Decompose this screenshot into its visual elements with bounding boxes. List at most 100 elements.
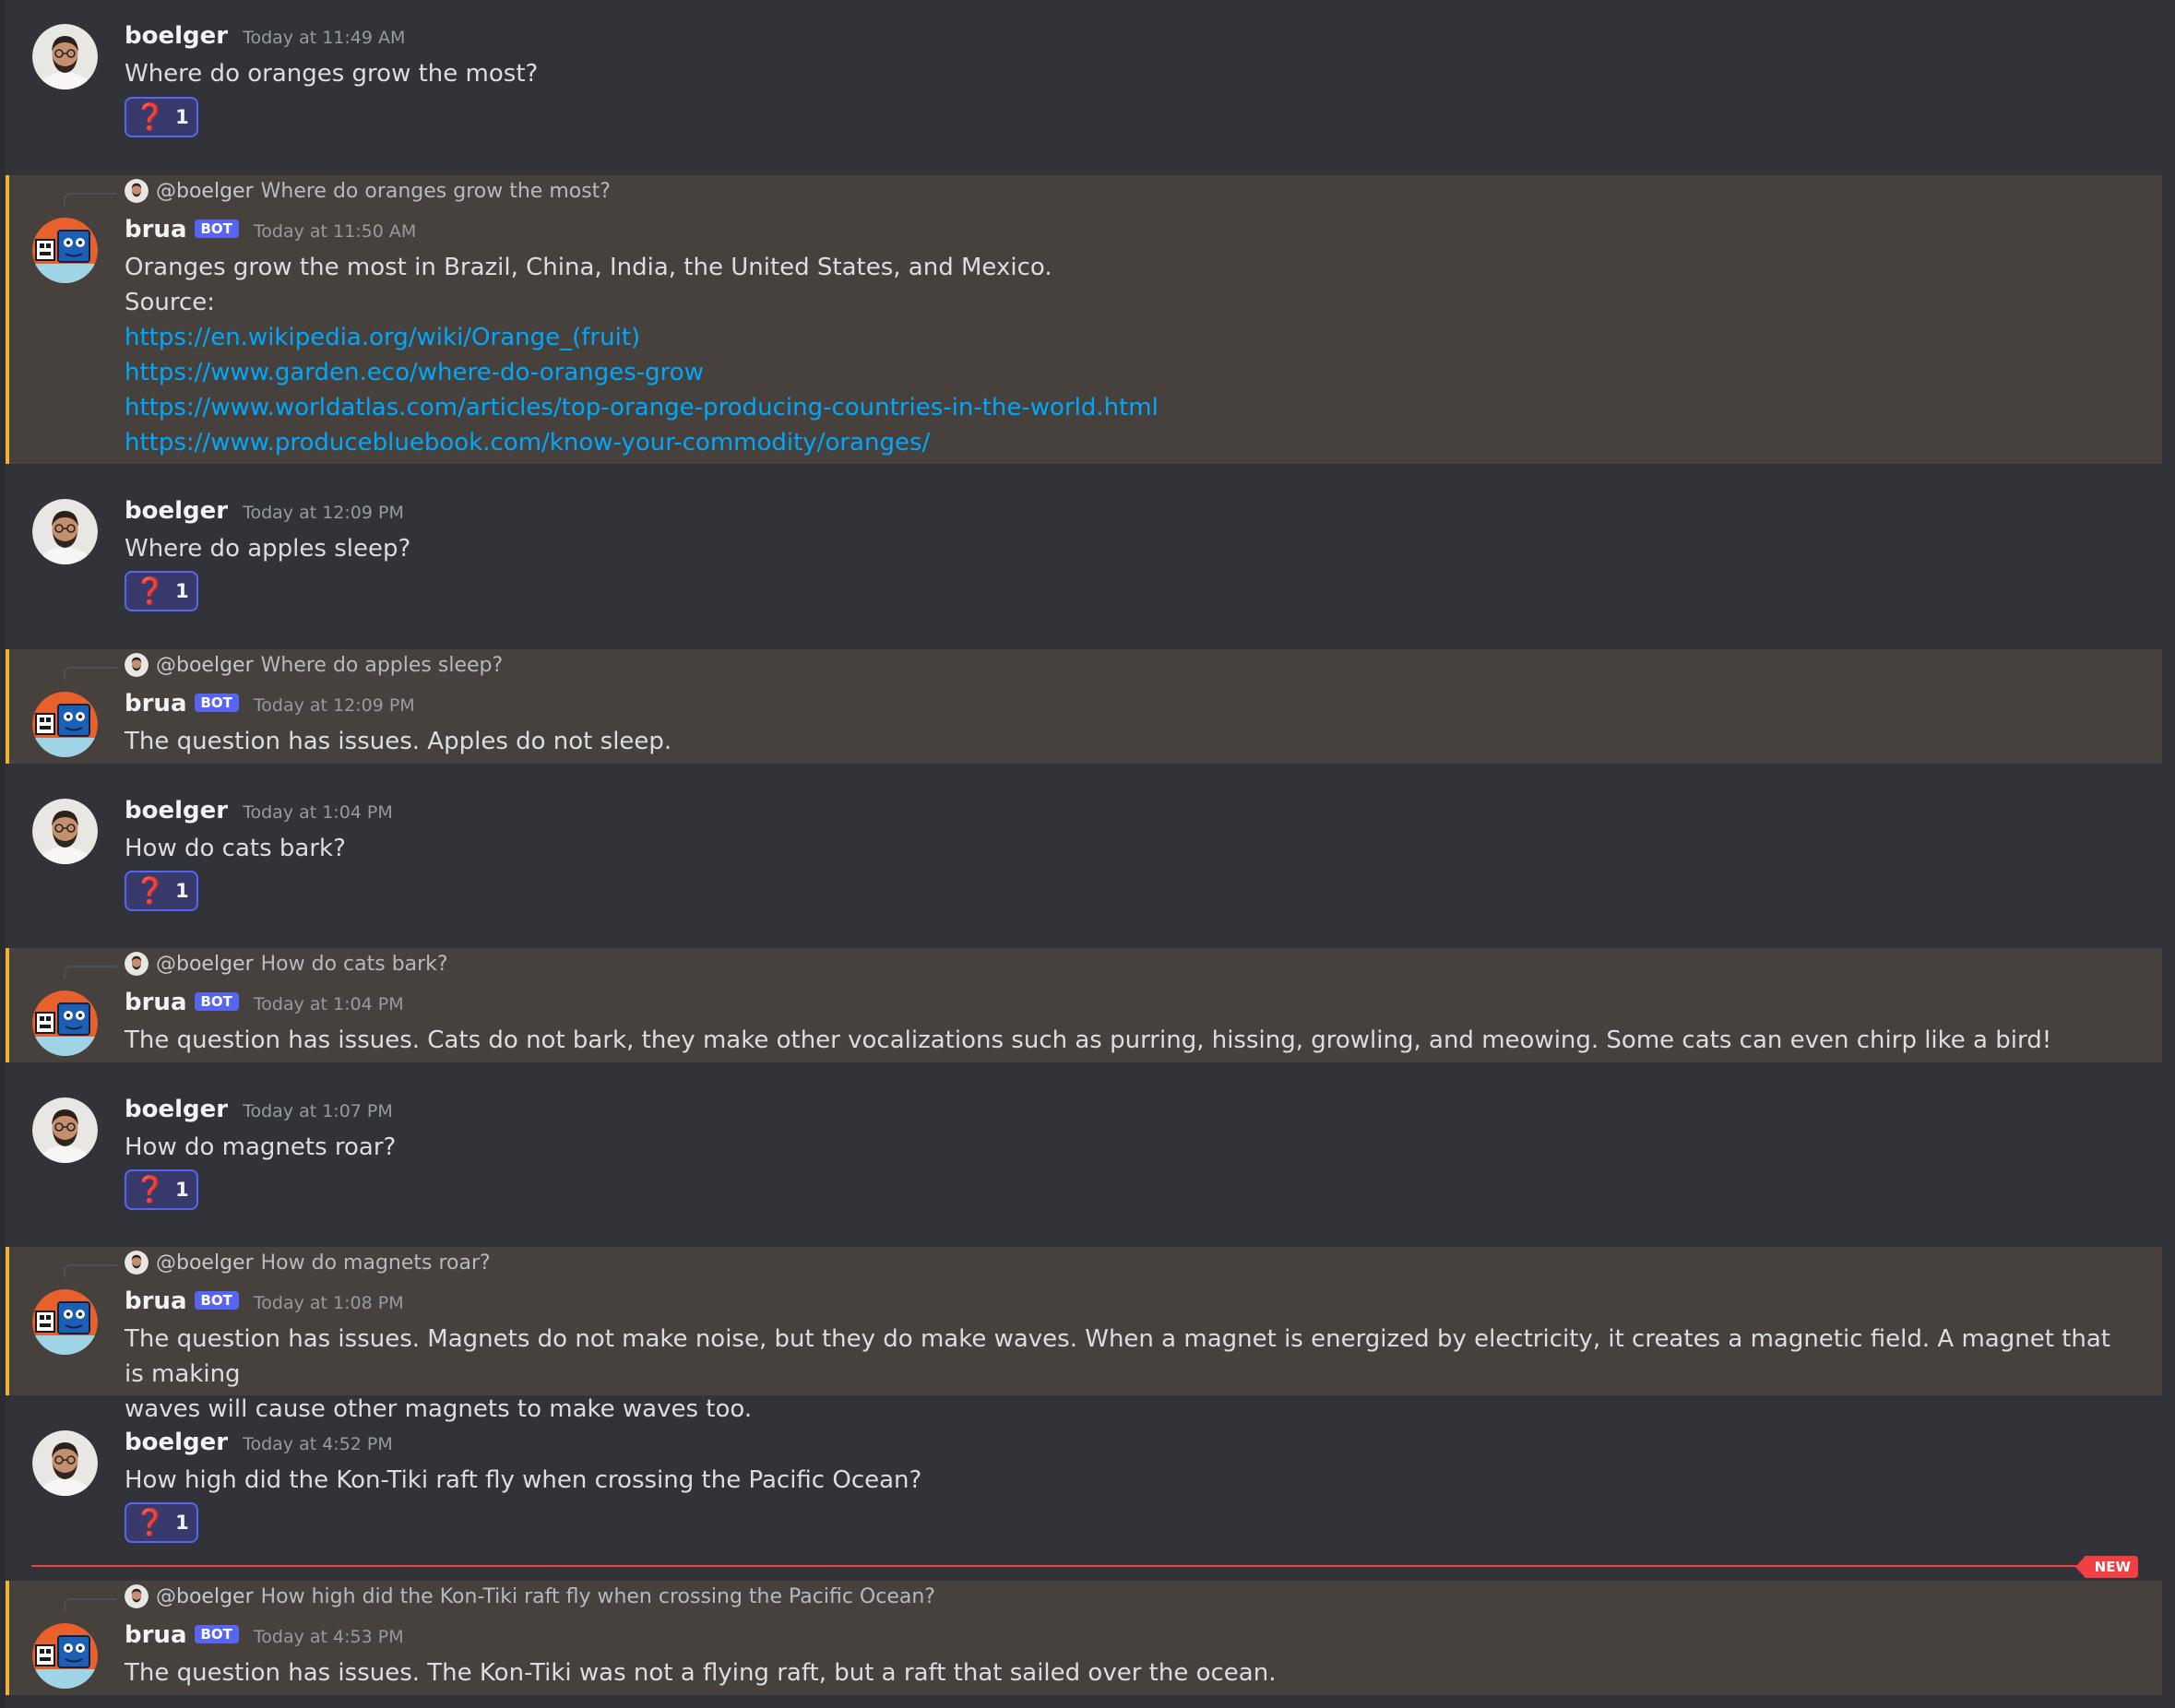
username[interactable]: boelger xyxy=(125,797,228,824)
message-user: boelger Today at 11:49 AM Where do orang… xyxy=(6,0,2162,173)
source-link[interactable]: https://www.producebluebook.com/know-you… xyxy=(125,425,2125,460)
message-user: boelger Today at 12:09 PM Where do apple… xyxy=(6,466,2162,646)
message-text: The question has issues. Apples do not s… xyxy=(125,728,672,755)
message-header: boelger Today at 1:04 PM xyxy=(125,797,393,824)
reply-text: How do magnets roar? xyxy=(260,1251,491,1275)
username[interactable]: brua xyxy=(125,1621,187,1649)
message-header: brua BOT Today at 1:04 PM xyxy=(125,989,404,1016)
reply-text: Where do apples sleep? xyxy=(260,653,504,677)
source-link[interactable]: https://en.wikipedia.org/wiki/Orange_(fr… xyxy=(125,320,2125,355)
reply-mention[interactable]: @boelger xyxy=(156,953,254,976)
avatar-boelger[interactable] xyxy=(32,1097,98,1163)
message-line: Oranges grow the most in Brazil, China, … xyxy=(125,254,1052,281)
bot-tag: BOT xyxy=(194,1291,239,1310)
message-header: brua BOT Today at 12:09 PM xyxy=(125,690,415,718)
bot-tag: BOT xyxy=(194,219,239,238)
username[interactable]: boelger xyxy=(125,22,228,50)
username[interactable]: boelger xyxy=(125,1096,228,1123)
reaction-count: 1 xyxy=(175,106,189,128)
message-text: Where do oranges grow the most? xyxy=(125,60,539,88)
avatar-brua[interactable] xyxy=(32,218,98,283)
reply-mention[interactable]: @boelger xyxy=(156,1585,254,1608)
red-question-mark-emoji-icon: ❓ xyxy=(134,575,167,606)
timestamp[interactable]: Today at 4:53 PM xyxy=(254,1627,404,1647)
reaction-button[interactable]: ❓ 1 xyxy=(125,97,198,137)
message-user: boelger Today at 1:07 PM How do magnets … xyxy=(6,1064,2162,1245)
reaction-button[interactable]: ❓ 1 xyxy=(125,571,198,611)
reaction-count: 1 xyxy=(175,580,189,602)
reaction-count: 1 xyxy=(175,1512,189,1534)
timestamp[interactable]: Today at 11:50 AM xyxy=(254,221,416,242)
message-header: boelger Today at 4:52 PM xyxy=(125,1429,393,1456)
new-messages-divider xyxy=(31,1565,2101,1567)
red-question-mark-emoji-icon: ❓ xyxy=(134,1507,167,1537)
source-link[interactable]: https://www.garden.eco/where-do-oranges-… xyxy=(125,355,2125,390)
message-bot-reply: @boelger Where do apples sleep? brua BOT… xyxy=(6,649,2162,764)
timestamp[interactable]: Today at 1:04 PM xyxy=(243,802,393,823)
avatar-boelger[interactable] xyxy=(32,799,98,864)
timestamp[interactable]: Today at 12:09 PM xyxy=(243,503,404,523)
message-header: boelger Today at 1:07 PM xyxy=(125,1096,393,1123)
timestamp[interactable]: Today at 11:49 AM xyxy=(243,28,405,48)
reply-mention[interactable]: @boelger xyxy=(156,180,254,203)
message-text: The question has issues. The Kon-Tiki wa… xyxy=(125,1659,1277,1687)
reply-text: How do cats bark? xyxy=(260,952,448,976)
message-user: boelger Today at 4:52 PM How high did th… xyxy=(6,1397,2162,1578)
reply-spine xyxy=(64,1264,117,1277)
username[interactable]: boelger xyxy=(125,497,228,525)
reply-avatar xyxy=(125,952,149,976)
username[interactable]: brua xyxy=(125,989,187,1016)
timestamp[interactable]: Today at 4:52 PM xyxy=(243,1434,393,1454)
username[interactable]: brua xyxy=(125,690,187,718)
timestamp[interactable]: Today at 12:09 PM xyxy=(254,695,415,716)
reply-preview[interactable]: @boelger Where do apples sleep? xyxy=(125,653,503,677)
reaction-button[interactable]: ❓ 1 xyxy=(125,1502,198,1543)
reply-spine xyxy=(64,966,117,979)
username[interactable]: brua xyxy=(125,216,187,243)
reply-preview[interactable]: @boelger How do cats bark? xyxy=(125,952,448,976)
message-text: How do magnets roar? xyxy=(125,1133,397,1161)
message-header: brua BOT Today at 1:08 PM xyxy=(125,1287,404,1315)
avatar-boelger[interactable] xyxy=(32,1430,98,1496)
reply-avatar xyxy=(125,1251,149,1275)
reply-text: How high did the Kon-Tiki raft fly when … xyxy=(260,1584,935,1608)
reply-preview[interactable]: @boelger Where do oranges grow the most? xyxy=(125,179,611,203)
reply-spine xyxy=(64,1598,117,1611)
reply-mention[interactable]: @boelger xyxy=(156,1251,254,1275)
message-line: The question has issues. Magnets do not … xyxy=(125,1325,2110,1388)
reply-avatar xyxy=(125,653,149,677)
reply-spine xyxy=(64,193,117,206)
message-header: brua BOT Today at 11:50 AM xyxy=(125,216,416,243)
avatar-brua[interactable] xyxy=(32,1623,98,1689)
reply-spine xyxy=(64,667,117,680)
avatar-boelger[interactable] xyxy=(32,24,98,89)
reaction-button[interactable]: ❓ 1 xyxy=(125,1169,198,1210)
message-bot-reply: @boelger How do cats bark? brua BOT Toda… xyxy=(6,948,2162,1062)
reply-avatar xyxy=(125,179,149,203)
source-link[interactable]: https://www.worldatlas.com/articles/top-… xyxy=(125,390,2125,425)
avatar-boelger[interactable] xyxy=(32,499,98,564)
reply-mention[interactable]: @boelger xyxy=(156,654,254,677)
reply-preview[interactable]: @boelger How high did the Kon-Tiki raft … xyxy=(125,1584,935,1608)
avatar-brua[interactable] xyxy=(32,692,98,757)
username[interactable]: boelger xyxy=(125,1429,228,1456)
timestamp[interactable]: Today at 1:07 PM xyxy=(243,1101,393,1121)
message-bot-reply: @boelger Where do oranges grow the most?… xyxy=(6,175,2162,464)
reply-preview[interactable]: @boelger How do magnets roar? xyxy=(125,1251,491,1275)
message-header: boelger Today at 11:49 AM xyxy=(125,22,405,50)
new-messages-badge: NEW xyxy=(2074,1556,2138,1578)
message-text: Oranges grow the most in Brazil, China, … xyxy=(125,250,2125,460)
reaction-button[interactable]: ❓ 1 xyxy=(125,871,198,911)
timestamp[interactable]: Today at 1:08 PM xyxy=(254,1293,404,1313)
message-bot-reply: @boelger How high did the Kon-Tiki raft … xyxy=(6,1581,2162,1695)
red-question-mark-emoji-icon: ❓ xyxy=(134,875,167,906)
message-user: boelger Today at 1:04 PM How do cats bar… xyxy=(6,765,2162,946)
avatar-brua[interactable] xyxy=(32,990,98,1056)
message-header: boelger Today at 12:09 PM xyxy=(125,497,404,525)
bot-tag: BOT xyxy=(194,694,239,712)
username[interactable]: brua xyxy=(125,1287,187,1315)
message-header: brua BOT Today at 4:53 PM xyxy=(125,1621,404,1649)
reply-avatar xyxy=(125,1584,149,1608)
timestamp[interactable]: Today at 1:04 PM xyxy=(254,994,404,1014)
avatar-brua[interactable] xyxy=(32,1289,98,1355)
